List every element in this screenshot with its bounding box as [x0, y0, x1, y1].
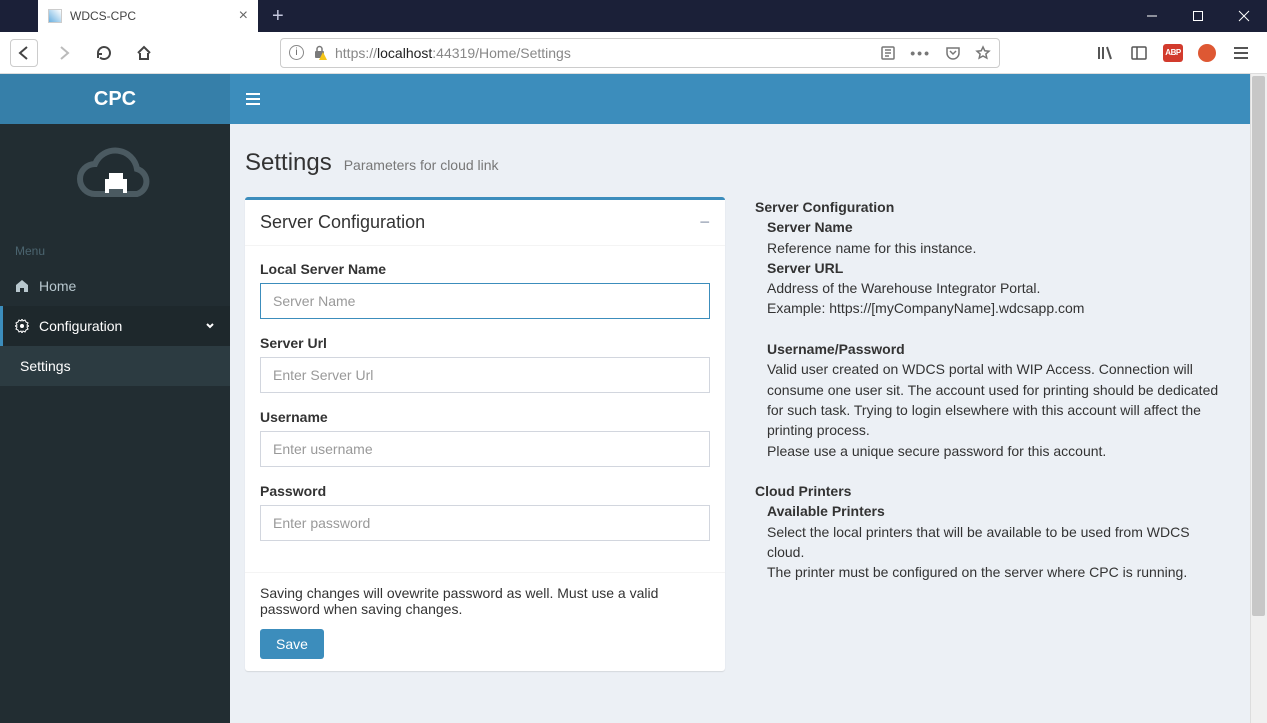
- vertical-scrollbar[interactable]: [1250, 74, 1267, 723]
- bookmark-star-icon[interactable]: [975, 45, 991, 61]
- help-cloud-printers-heading: Cloud Printers: [755, 483, 851, 499]
- nav-back-button[interactable]: [10, 39, 38, 67]
- server-configuration-card: Server Configuration − Local Server Name…: [245, 197, 725, 671]
- sidebar-item-label: Settings: [20, 358, 71, 374]
- lock-warning-icon: [312, 45, 327, 60]
- scrollbar-thumb[interactable]: [1252, 76, 1265, 616]
- password-label: Password: [260, 483, 710, 499]
- local-server-name-label: Local Server Name: [260, 261, 710, 277]
- app-sidebar: CPC Menu Home Configuration Settings: [0, 74, 230, 723]
- sidebar-item-label: Home: [39, 278, 76, 294]
- help-server-url-text1: Address of the Warehouse Integrator Port…: [767, 278, 1225, 298]
- help-printers-text1: Select the local printers that will be a…: [767, 522, 1225, 563]
- chevron-down-icon: [205, 321, 215, 331]
- username-input[interactable]: [260, 431, 710, 467]
- help-available-printers-heading: Available Printers: [767, 503, 885, 519]
- pocket-icon[interactable]: [945, 45, 961, 61]
- sidebar-toggle-button[interactable]: [245, 91, 261, 107]
- tab-close-icon[interactable]: ×: [239, 7, 248, 25]
- brand-logo[interactable]: CPC: [0, 74, 230, 124]
- help-server-url-heading: Server URL: [767, 260, 843, 276]
- duckduckgo-extension-icon[interactable]: [1197, 43, 1217, 63]
- sidebar-item-configuration[interactable]: Configuration: [0, 306, 230, 346]
- card-title: Server Configuration: [260, 212, 425, 233]
- help-panel: Server Configuration Server Name Referen…: [755, 197, 1225, 583]
- nav-forward-button[interactable]: [50, 39, 78, 67]
- window-maximize-button[interactable]: [1175, 0, 1221, 32]
- help-server-name-heading: Server Name: [767, 219, 853, 235]
- home-icon: [15, 279, 29, 293]
- cloud-printer-logo: [0, 124, 230, 234]
- sidebar-subitem-settings[interactable]: Settings: [0, 346, 230, 386]
- help-server-name-text: Reference name for this instance.: [767, 238, 1225, 258]
- sidebar-toggle-icon[interactable]: [1129, 43, 1149, 63]
- nav-home-button[interactable]: [130, 39, 158, 67]
- save-button[interactable]: Save: [260, 629, 324, 659]
- window-close-button[interactable]: [1221, 0, 1267, 32]
- page-subtitle: Parameters for cloud link: [344, 157, 499, 173]
- help-server-config-heading: Server Configuration: [755, 199, 894, 215]
- tab-favicon: [48, 9, 62, 23]
- help-userpass-heading: Username/Password: [767, 341, 905, 357]
- more-actions-icon[interactable]: •••: [910, 45, 931, 61]
- browser-tab[interactable]: WDCS-CPC ×: [38, 0, 258, 32]
- nav-reload-button[interactable]: [90, 39, 118, 67]
- help-server-url-text2: Example: https://[myCompanyName].wdcsapp…: [767, 298, 1225, 318]
- window-minimize-button[interactable]: [1129, 0, 1175, 32]
- os-titlebar: WDCS-CPC × +: [0, 0, 1267, 32]
- menu-section-header: Menu: [0, 234, 230, 266]
- password-input[interactable]: [260, 505, 710, 541]
- sidebar-item-home[interactable]: Home: [0, 266, 230, 306]
- username-label: Username: [260, 409, 710, 425]
- url-bar[interactable]: i https://localhost:44319/Home/Settings …: [280, 38, 1000, 68]
- tab-title: WDCS-CPC: [70, 9, 136, 23]
- card-collapse-button[interactable]: −: [699, 212, 710, 233]
- help-userpass-text2: Please use a unique secure password for …: [767, 441, 1225, 461]
- gear-icon: [15, 319, 29, 333]
- info-icon[interactable]: i: [289, 45, 304, 60]
- library-icon[interactable]: [1095, 43, 1115, 63]
- sidebar-item-label: Configuration: [39, 318, 122, 334]
- page-title: Settings Parameters for cloud link: [245, 149, 1247, 177]
- local-server-name-input[interactable]: [260, 283, 710, 319]
- server-url-input[interactable]: [260, 357, 710, 393]
- help-printers-text2: The printer must be configured on the se…: [767, 562, 1225, 582]
- app-menu-icon[interactable]: [1231, 43, 1251, 63]
- abp-extension-icon[interactable]: ABP: [1163, 43, 1183, 63]
- new-tab-button[interactable]: +: [272, 5, 284, 28]
- browser-toolbar: i https://localhost:44319/Home/Settings …: [0, 32, 1267, 74]
- top-nav-strip: [230, 74, 1267, 124]
- url-text: https://localhost:44319/Home/Settings: [335, 45, 571, 61]
- help-userpass-text1: Valid user created on WDCS portal with W…: [767, 359, 1225, 440]
- save-warning-text: Saving changes will ovewrite password as…: [260, 585, 710, 617]
- reader-mode-icon[interactable]: [880, 45, 896, 61]
- server-url-label: Server Url: [260, 335, 710, 351]
